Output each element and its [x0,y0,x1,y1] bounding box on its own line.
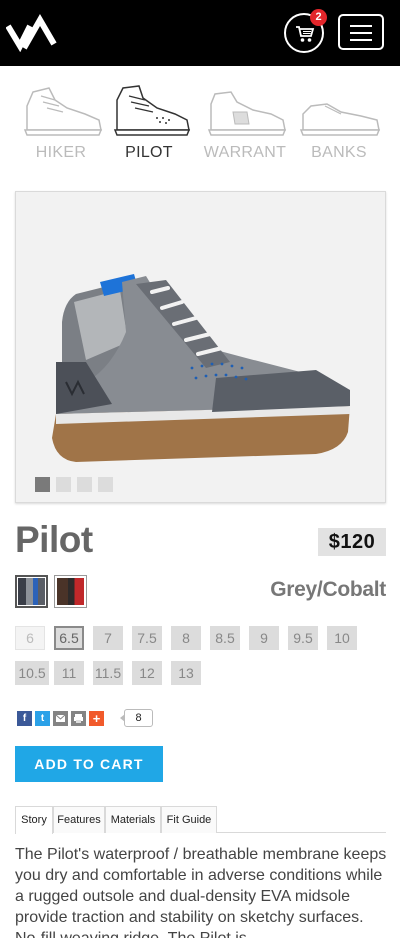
hamburger-icon [350,39,372,41]
share-count: 8 [120,709,153,727]
gallery-dot[interactable] [98,477,113,492]
top-navigation-bar: 2 [0,0,400,66]
menu-button[interactable] [338,14,384,50]
size-option[interactable]: 11.5 [93,661,123,685]
swatch-brown-red[interactable] [54,575,87,608]
gallery-dot[interactable] [35,477,50,492]
pilot-shoe-photo [52,274,350,462]
tab-fit-guide[interactable]: Fit Guide [161,806,217,833]
model-hiker[interactable]: HIKER [18,84,104,168]
size-option[interactable]: 12 [132,661,162,685]
tab-story[interactable]: Story [15,806,53,834]
brand-logo-icon[interactable] [6,14,58,52]
size-option[interactable]: 7.5 [132,626,162,650]
size-option[interactable]: 13 [171,661,201,685]
swatch-grey-cobalt[interactable] [15,575,48,608]
tab-materials[interactable]: Materials [105,806,161,833]
size-option[interactable]: 10 [327,626,357,650]
email-icon[interactable] [53,711,68,726]
size-option: 6 [15,626,45,650]
twitter-icon[interactable]: t [35,711,50,726]
hiker-shoe-icon [23,87,103,136]
model-label: WARRANT [203,144,287,161]
size-option[interactable]: 8.5 [210,626,240,650]
add-to-cart-button[interactable]: ADD TO CART [15,746,163,782]
warrant-shoe-icon [207,91,287,136]
size-option[interactable]: 7 [93,626,123,650]
swatch-fill [57,578,84,605]
size-option[interactable]: 6.5 [54,626,84,650]
product-image-gallery[interactable] [15,191,386,503]
swatch-fill [18,578,45,605]
model-label: BANKS [311,144,367,161]
hamburger-icon [350,32,372,34]
facebook-icon[interactable]: f [17,711,32,726]
model-banks[interactable]: BANKS [296,84,382,168]
tab-features[interactable]: Features [53,806,105,833]
gallery-dot[interactable] [77,477,92,492]
product-title: Pilot [15,519,93,560]
size-option[interactable]: 8 [171,626,201,650]
print-icon[interactable] [71,711,86,726]
hamburger-icon [350,25,372,27]
selected-color-name: Grey/Cobalt [270,578,386,601]
gallery-dot[interactable] [56,477,71,492]
size-option[interactable]: 10.5 [15,661,49,685]
cart-count-badge: 2 [310,9,327,26]
addthis-icon[interactable]: + [89,711,104,726]
product-price: $120 [318,528,386,556]
product-description: The Pilot's waterproof / breathable memb… [15,846,387,938]
model-label: HIKER [35,144,87,161]
size-option[interactable]: 9 [249,626,279,650]
banks-shoe-icon [299,103,381,136]
model-pilot[interactable]: PILOT [106,84,192,168]
model-label: PILOT [125,144,173,161]
pilot-shoe-icon [113,85,191,136]
model-warrant[interactable]: WARRANT [202,84,288,168]
shopping-cart-icon [296,26,315,42]
size-option[interactable]: 11 [54,661,84,685]
size-option[interactable]: 9.5 [288,626,318,650]
